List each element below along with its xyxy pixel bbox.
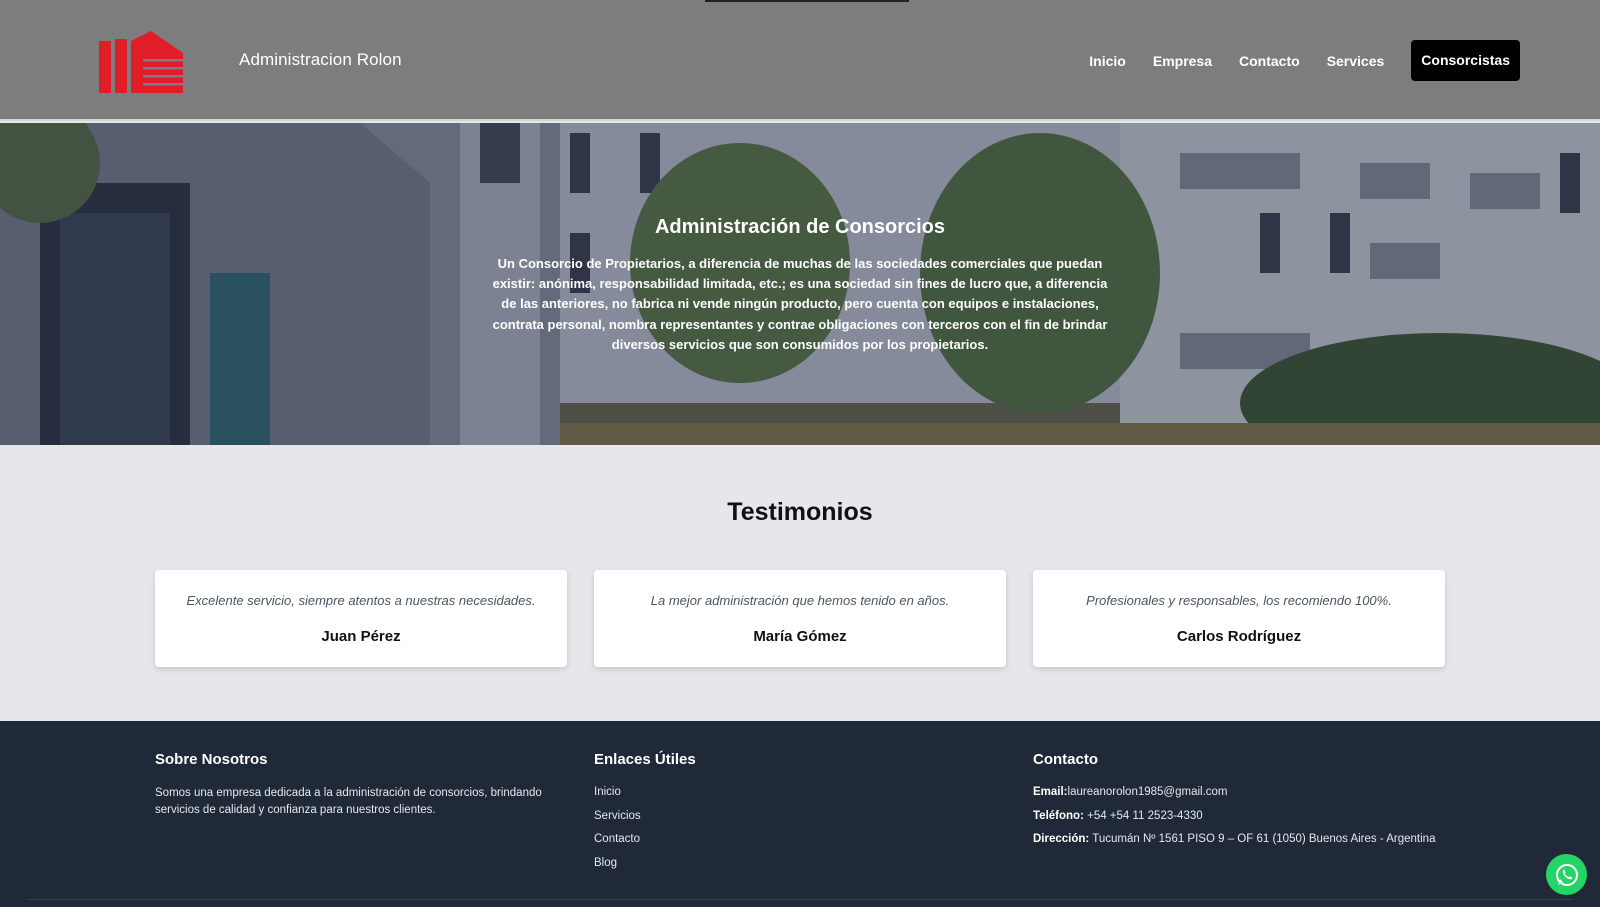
main-nav: Inicio Empresa Contacto Services Consorc… <box>1062 40 1520 81</box>
footer-contact: Contacto Email:laureanorolon1985@gmail.c… <box>1033 751 1435 856</box>
whatsapp-icon <box>1555 863 1578 886</box>
testimonial-quote: Profesionales y responsables, los recomi… <box>1086 593 1392 608</box>
top-edge-tab <box>705 0 909 2</box>
testimonial-card: Excelente servicio, siempre atentos a nu… <box>155 570 567 667</box>
phone-label: Teléfono: <box>1033 809 1084 822</box>
whatsapp-button[interactable] <box>1546 854 1587 895</box>
address-label: Dirección: <box>1033 833 1090 845</box>
footer-links-title: Enlaces Útiles <box>594 751 696 768</box>
nav-inicio[interactable]: Inicio <box>1089 53 1126 69</box>
contact-address: Dirección: Tucumán Nº 1561 PISO 9 – OF 6… <box>1033 832 1435 847</box>
testimonials-title: Testimonios <box>727 498 873 526</box>
hero-banner: Administración de Consorcios Un Consorci… <box>0 123 1600 445</box>
consorcistas-button[interactable]: Consorcistas <box>1411 40 1520 81</box>
footer-link-contacto[interactable]: Contacto <box>594 832 696 847</box>
footer-link-inicio[interactable]: Inicio <box>594 785 696 800</box>
hero-description: Un Consorcio de Propietarios, a diferenc… <box>492 256 1108 352</box>
footer-about: Sobre Nosotros Somos una empresa dedicad… <box>155 751 555 819</box>
nav-empresa[interactable]: Empresa <box>1153 53 1212 69</box>
email-value[interactable]: laureanorolon1985@gmail.com <box>1068 786 1228 798</box>
brand-name[interactable]: Administracion Rolon <box>239 50 402 70</box>
footer-links: Enlaces Útiles Inicio Servicios Contacto… <box>594 751 696 879</box>
hero-title: Administración de Consorcios <box>654 216 946 238</box>
site-footer: Sobre Nosotros Somos una empresa dedicad… <box>0 721 1600 907</box>
phone-value[interactable]: +54 +54 11 2523-4330 <box>1087 810 1203 822</box>
footer-about-text: Somos una empresa dedicada a la administ… <box>155 787 542 816</box>
nav-contacto[interactable]: Contacto <box>1239 53 1300 69</box>
testimonial-author: María Gómez <box>753 628 847 645</box>
testimonial-quote: Excelente servicio, siempre atentos a nu… <box>186 593 536 608</box>
nav-services[interactable]: Services <box>1327 53 1385 69</box>
footer-contact-title: Contacto <box>1033 751 1098 768</box>
address-value: Tucumán Nº 1561 PISO 9 – OF 61 (1050) Bu… <box>1092 833 1436 845</box>
testimonial-card: La mejor administración que hemos tenido… <box>594 570 1006 667</box>
contact-phone: Teléfono: +54 +54 11 2523-4330 <box>1033 809 1435 824</box>
email-label: Email: <box>1033 786 1068 798</box>
footer-divider <box>28 899 1572 900</box>
testimonial-author: Carlos Rodríguez <box>1176 628 1302 645</box>
testimonial-quote: La mejor administración que hemos tenido… <box>650 593 950 608</box>
testimonial-author: Juan Pérez <box>321 628 401 645</box>
contact-email: Email:laureanorolon1985@gmail.com <box>1033 785 1435 800</box>
building-logo-icon[interactable] <box>99 31 183 93</box>
testimonial-card: Profesionales y responsables, los recomi… <box>1033 570 1445 667</box>
footer-link-servicios[interactable]: Servicios <box>594 809 696 824</box>
footer-about-title: Sobre Nosotros <box>155 751 268 768</box>
site-header: Administracion Rolon Inicio Empresa Cont… <box>0 0 1600 121</box>
footer-link-blog[interactable]: Blog <box>594 856 696 871</box>
